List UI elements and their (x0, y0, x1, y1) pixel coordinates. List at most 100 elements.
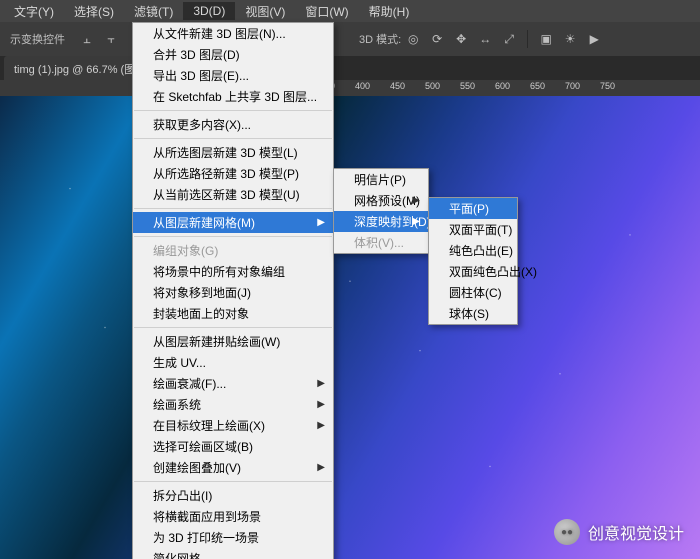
menu-item-label: 简化网格... (153, 550, 211, 559)
menu-item-label: 在 Sketchfab 上共享 3D 图层... (153, 88, 317, 105)
menu-item: 编组对象(G) (133, 240, 333, 261)
menu-select[interactable]: 选择(S) (64, 1, 124, 22)
submenu-arrow-icon: ▶ (317, 462, 325, 473)
menu-item[interactable]: 从所选图层新建 3D 模型(L) (133, 142, 333, 163)
scale-icon[interactable]: ⤢ (500, 30, 518, 48)
watermark: ●● 创意视觉设计 (554, 519, 684, 545)
menu-item[interactable]: 创建绘图叠加(V) ▶ (133, 457, 333, 478)
ruler-tick: 550 (460, 81, 475, 91)
menu-item[interactable]: 将横截面应用到场景 (133, 506, 333, 527)
menubar: 文字(Y) 选择(S) 滤镜(T) 3D(D) 视图(V) 窗口(W) 帮助(H… (0, 0, 700, 22)
menu-window[interactable]: 窗口(W) (295, 1, 358, 22)
slide-icon[interactable]: ↔ (476, 30, 494, 48)
menu-item[interactable]: 双面纯色凸出(X) (429, 261, 517, 282)
menu-item: 体积(V)... (334, 232, 428, 253)
rotate-icon[interactable]: ⟳ (428, 30, 446, 48)
camera-icon[interactable]: ▣ (537, 30, 555, 48)
menu-item[interactable]: 在目标纹理上绘画(X)▶ (133, 415, 333, 436)
menu-item[interactable]: 球体(S) (429, 303, 517, 324)
wechat-icon: ●● (554, 519, 580, 545)
separator (527, 30, 528, 48)
menu-item[interactable]: 为 3D 打印统一场景 (133, 527, 333, 548)
play-icon[interactable]: ▶ (585, 30, 603, 48)
menu-item-label: 绘画系统 (153, 396, 201, 413)
light-icon[interactable]: ☀ (561, 30, 579, 48)
menu-item[interactable]: 绘画衰减(F)... ▶ (133, 373, 333, 394)
menu-item-label: 从文件新建 3D 图层(N)... (153, 25, 286, 42)
tab-title: timg (1).jpg @ 66.7% (图层 (14, 61, 146, 77)
menu-item[interactable]: 从所选路径新建 3D 模型(P) (133, 163, 333, 184)
menu-item-label: 纯色凸出(E) (449, 242, 513, 259)
options-bar: 示变换控件 ⫠ ⫟ ⫞ ≡ ≣ ⋮ ⋯ 3D 模式: ◎ ⟳ ✥ ↔ ⤢ ▣ ☀… (0, 22, 700, 57)
menu-item[interactable]: 在 Sketchfab 上共享 3D 图层... (133, 86, 333, 107)
pan-icon[interactable]: ✥ (452, 30, 470, 48)
menu-item-label: 合并 3D 图层(D) (153, 46, 240, 63)
menu-item[interactable]: 双面平面(T) (429, 219, 517, 240)
menu-item[interactable]: 将场景中的所有对象编组 (133, 261, 333, 282)
menu-item[interactable]: 圆柱体(C) (429, 282, 517, 303)
menu-item[interactable]: 从文件新建 3D 图层(N)... (133, 23, 333, 44)
submenu-arrow-icon: ▶ (317, 217, 325, 228)
submenu-new-mesh-from-layer: 明信片(P)网格预设(M)▶深度映射到(D)▶体积(V)... (333, 168, 429, 254)
menu-item-label: 编组对象(G) (153, 242, 218, 259)
menu-item[interactable]: 获取更多内容(X)... (133, 114, 333, 135)
menu-item-label: 为 3D 打印统一场景 (153, 529, 259, 546)
menu-item-label: 绘画衰减(F)... (153, 375, 226, 392)
menu-filter[interactable]: 滤镜(T) (124, 1, 183, 22)
menu-item-label: 将场景中的所有对象编组 (153, 263, 285, 280)
submenu-arrow-icon: ▶ (317, 420, 325, 431)
menu-item[interactable]: 将对象移到地面(J) (133, 282, 333, 303)
menu-item-label: 双面纯色凸出(X) (449, 263, 537, 280)
menu-item-label: 生成 UV... (153, 354, 206, 371)
menu-item-label: 网格预设(M) (354, 192, 420, 209)
submenu-arrow-icon: ▶ (317, 399, 325, 410)
menu-item[interactable]: 简化网格... (133, 548, 333, 559)
submenu-arrow-icon: ▶ (412, 195, 420, 206)
menu-item-label: 明信片(P) (354, 171, 406, 188)
menu-item-label: 平面(P) (449, 200, 489, 217)
menu-text[interactable]: 文字(Y) (4, 1, 64, 22)
menu-item[interactable]: 拆分凸出(I) (133, 485, 333, 506)
menu-item[interactable]: 导出 3D 图层(E)... (133, 65, 333, 86)
ruler-tick: 700 (565, 81, 580, 91)
menu-item[interactable]: 封装地面上的对象 (133, 303, 333, 324)
menu-item[interactable]: 网格预设(M)▶ (334, 190, 428, 211)
align-icon[interactable]: ⫟ (102, 30, 120, 48)
ruler-tick: 400 (355, 81, 370, 91)
horizontal-ruler: 350400450500550600650700750 (0, 80, 700, 96)
menu-item[interactable]: 平面(P) (429, 198, 517, 219)
menu-item-label: 将对象移到地面(J) (153, 284, 251, 301)
ruler-tick: 500 (425, 81, 440, 91)
menu-item[interactable]: 纯色凸出(E) (429, 240, 517, 261)
menu-item[interactable]: 合并 3D 图层(D) (133, 44, 333, 65)
menu-item-label: 将横截面应用到场景 (153, 508, 261, 525)
document-tab-bar: timg (1).jpg @ 66.7% (图层 ✕ (0, 56, 700, 80)
orbit-icon[interactable]: ◎ (404, 30, 422, 48)
menu-help[interactable]: 帮助(H) (359, 1, 420, 22)
menu-item-label: 从所选路径新建 3D 模型(P) (153, 165, 299, 182)
menu-item[interactable]: 绘画系统 ▶ (133, 394, 333, 415)
menu-item-label: 获取更多内容(X)... (153, 116, 251, 133)
submenu-depth-map-to: 平面(P) 双面平面(T) 纯色凸出(E) 双面纯色凸出(X) 圆柱体(C) 球体(S) (428, 197, 518, 325)
menu-item[interactable]: 从图层新建拼贴绘画(W) (133, 331, 333, 352)
menu-item-label: 创建绘图叠加(V) (153, 459, 241, 476)
submenu-arrow-icon: ▶ (317, 378, 325, 389)
menu-item[interactable]: 深度映射到(D)▶ (334, 211, 428, 232)
menu-item-label: 圆柱体(C) (449, 284, 502, 301)
ruler-tick: 750 (600, 81, 615, 91)
canvas[interactable] (0, 96, 700, 559)
ruler-tick: 450 (390, 81, 405, 91)
menu-item[interactable]: 从图层新建网格(M)▶ (133, 212, 333, 233)
watermark-text: 创意视觉设计 (588, 520, 684, 544)
menu-item-label: 拆分凸出(I) (153, 487, 212, 504)
menu-3d-dropdown: 从文件新建 3D 图层(N)... 合并 3D 图层(D) 导出 3D 图层(E).… (132, 22, 334, 559)
menu-item[interactable]: 生成 UV... (133, 352, 333, 373)
menu-item[interactable]: 选择可绘画区域(B) (133, 436, 333, 457)
menu-item-label: 体积(V)... (354, 234, 404, 251)
menu-3d[interactable]: 3D(D) (183, 2, 235, 20)
menu-view[interactable]: 视图(V) (235, 1, 295, 22)
menu-item[interactable]: 从当前选区新建 3D 模型(U) (133, 184, 333, 205)
menu-item[interactable]: 明信片(P) (334, 169, 428, 190)
align-icon[interactable]: ⫠ (78, 30, 96, 48)
submenu-arrow-icon: ▶ (412, 216, 420, 227)
